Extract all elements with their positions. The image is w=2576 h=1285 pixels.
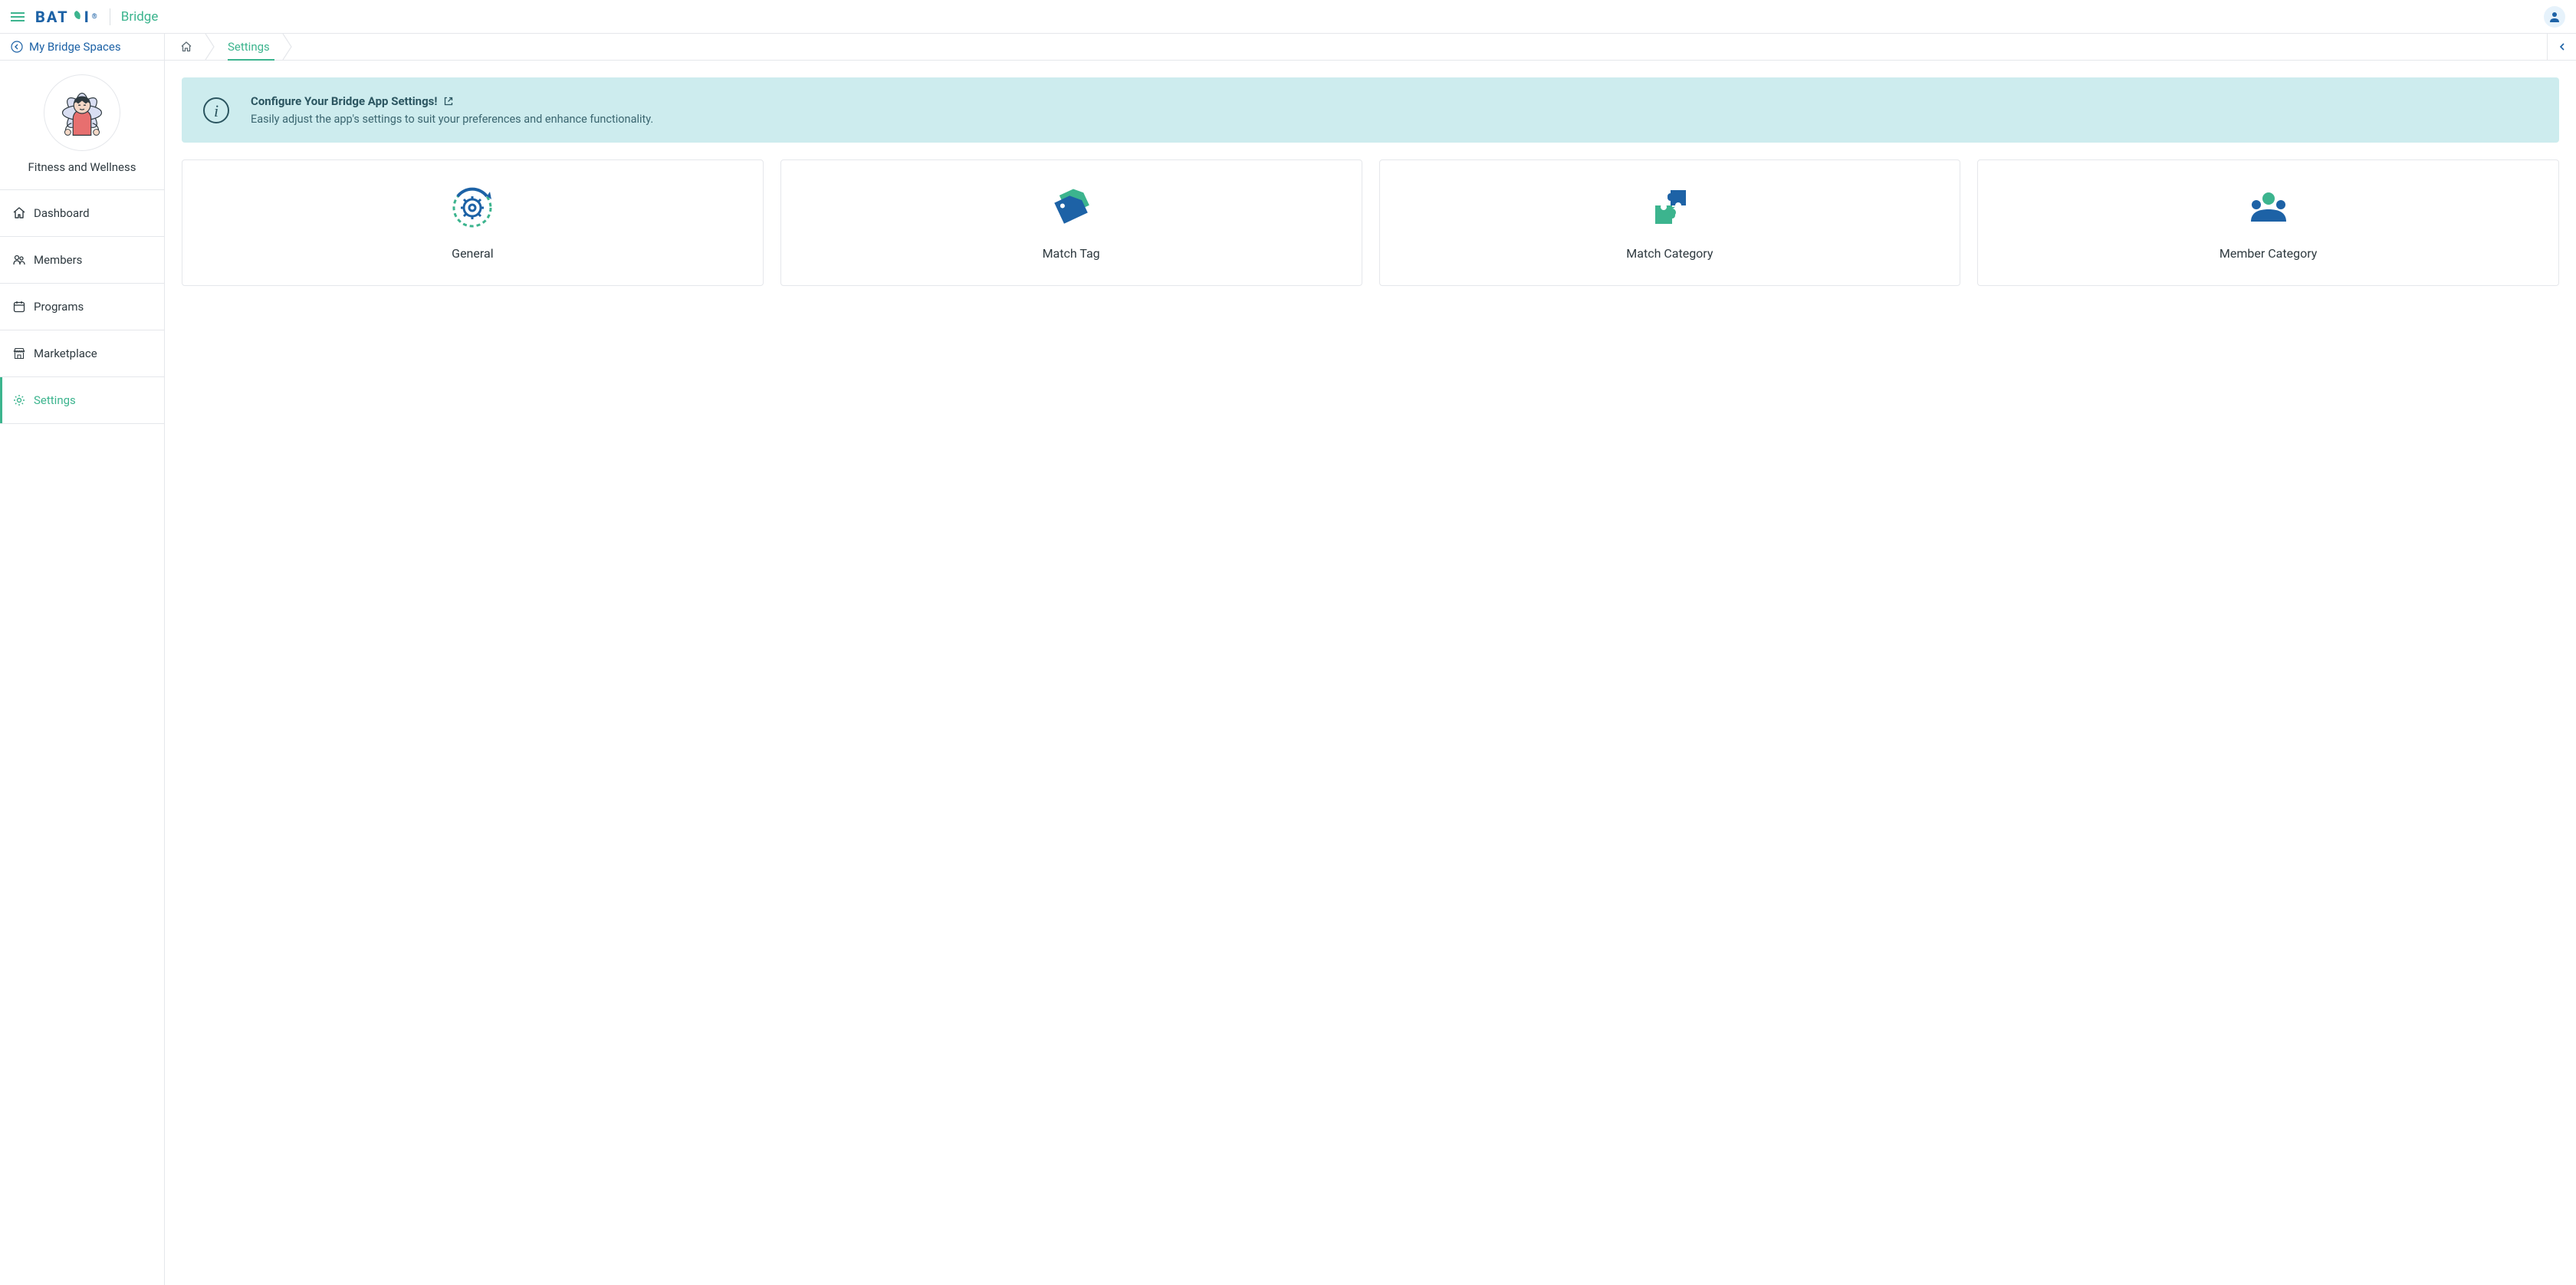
sidebar-item-label: Members [34, 253, 82, 267]
info-body: Easily adjust the app's settings to suit… [251, 113, 653, 126]
sidebar-item-label: Dashboard [34, 206, 90, 220]
breadcrumb-label: Settings [228, 40, 270, 54]
sidebar-item-label: Marketplace [34, 347, 97, 360]
brand-logo[interactable]: BAT I ® [35, 8, 99, 26]
tags-icon [1049, 185, 1093, 231]
info-banner: i Configure Your Bridge App Settings! Ea… [182, 77, 2559, 143]
back-arrow-icon [11, 41, 23, 53]
breadcrumb-bar: Settings [165, 34, 2576, 61]
card-label: Match Tag [1043, 246, 1100, 261]
leaf-icon [70, 10, 84, 24]
external-link-icon[interactable] [443, 96, 454, 107]
sidebar-item-label: Programs [34, 300, 84, 314]
sidebar-item-programs[interactable]: Programs [0, 284, 164, 330]
svg-text:i: i [214, 101, 219, 120]
user-avatar-button[interactable] [2544, 6, 2565, 28]
card-label: Member Category [2220, 246, 2317, 261]
info-title-row: Configure Your Bridge App Settings! [251, 94, 653, 108]
brand-suffix: I [84, 8, 90, 26]
store-icon [12, 347, 26, 360]
org-block: Fitness and Wellness [0, 61, 164, 190]
breadcrumb-home[interactable] [169, 34, 205, 60]
sidebar-item-marketplace[interactable]: Marketplace [0, 330, 164, 377]
gear-icon [12, 393, 26, 407]
chevron-left-icon [2558, 42, 2567, 51]
info-title: Configure Your Bridge App Settings! [251, 94, 437, 108]
org-avatar[interactable] [44, 74, 120, 151]
collapse-panel-button[interactable] [2547, 34, 2576, 60]
settings-card-member-category[interactable]: Member Category [1977, 159, 2559, 286]
sidebar-item-dashboard[interactable]: Dashboard [0, 190, 164, 237]
group-icon [2246, 185, 2291, 231]
calendar-icon [12, 300, 26, 314]
main-content: Settings i Configure Your Bridge A [165, 34, 2576, 1285]
card-label: General [452, 246, 493, 261]
content-area: i Configure Your Bridge App Settings! Ea… [165, 61, 2576, 303]
sidebar-item-members[interactable]: Members [0, 237, 164, 284]
settings-card-match-tag[interactable]: Match Tag [780, 159, 1362, 286]
settings-card-match-category[interactable]: Match Category [1379, 159, 1961, 286]
sidebar-nav: Dashboard Members Programs Marketplace [0, 190, 164, 424]
info-text: Configure Your Bridge App Settings! Easi… [251, 94, 653, 126]
settings-card-general[interactable]: General [182, 159, 764, 286]
back-link-label: My Bridge Spaces [29, 40, 121, 54]
app-name[interactable]: Bridge [121, 9, 159, 25]
back-link-row: My Bridge Spaces [0, 34, 164, 61]
breadcrumbs: Settings [169, 34, 293, 60]
brand-reg-icon: ® [92, 13, 99, 21]
header-left: BAT I ® Bridge [11, 8, 158, 26]
sidebar-item-label: Settings [34, 393, 76, 407]
sidebar-item-settings[interactable]: Settings [0, 377, 164, 424]
settings-cards-row: General Match Tag [182, 159, 2559, 286]
home-icon [12, 206, 26, 220]
brand-prefix: BAT [35, 8, 69, 26]
people-icon [12, 253, 26, 267]
gear-cycle-icon [450, 185, 495, 231]
card-label: Match Category [1626, 246, 1713, 261]
org-name: Fitness and Wellness [28, 160, 136, 174]
back-link[interactable]: My Bridge Spaces [11, 40, 121, 54]
sidebar: My Bridge Spaces [0, 34, 165, 1285]
menu-icon[interactable] [11, 12, 25, 21]
breadcrumb-separator-icon [282, 34, 293, 60]
info-icon: i [202, 96, 231, 125]
person-icon [2548, 10, 2561, 24]
top-header: BAT I ® Bridge [0, 0, 2576, 34]
home-icon [180, 41, 192, 53]
puzzle-icon [1648, 185, 1692, 231]
breadcrumb-current[interactable]: Settings [215, 34, 282, 60]
breadcrumb-separator-icon [205, 34, 215, 60]
